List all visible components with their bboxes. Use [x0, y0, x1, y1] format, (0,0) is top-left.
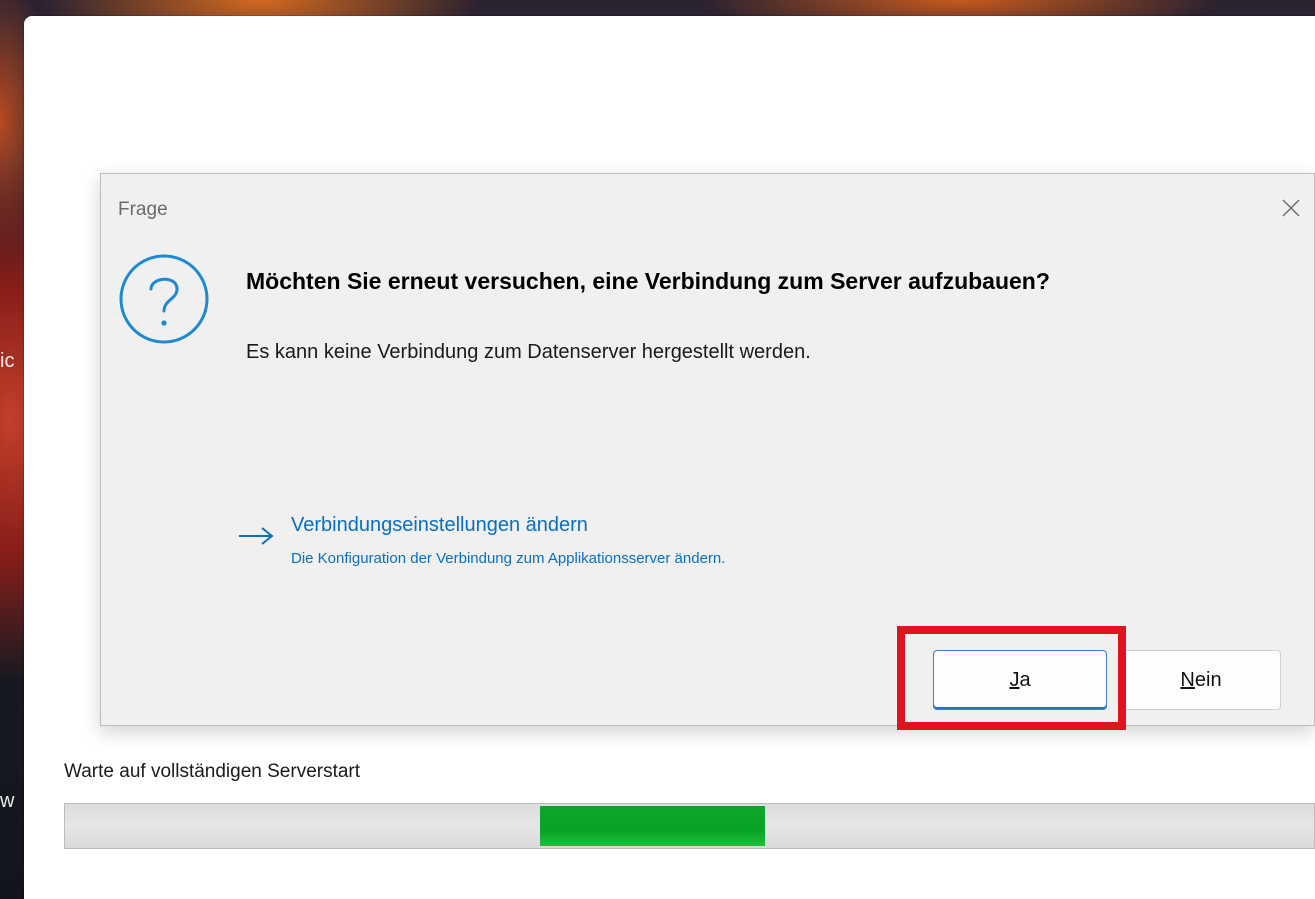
dialog-title: Frage	[118, 199, 168, 220]
desktop-text-fragment: w	[0, 790, 15, 812]
question-dialog: Frage Möchten Sie erneut versuchen, eine…	[100, 173, 1315, 726]
no-button[interactable]: Nein	[1121, 650, 1281, 710]
desktop-text-fragment: ic	[0, 350, 15, 372]
arrow-right-icon	[239, 527, 274, 545]
yes-button-label: a	[1019, 668, 1031, 691]
close-icon	[1282, 199, 1300, 217]
progress-indicator	[540, 806, 765, 846]
question-icon	[119, 254, 209, 344]
yes-button-mnemonic: J	[1009, 668, 1020, 691]
progress-bar	[64, 803, 1315, 849]
command-link-title: Verbindungseinstellungen ändern	[291, 514, 588, 536]
command-link-description: Die Konfiguration der Verbindung zum App…	[291, 550, 726, 567]
main-instruction: Möchten Sie erneut versuchen, eine Verbi…	[246, 268, 1050, 294]
status-text: Warte auf vollständigen Serverstart	[64, 761, 361, 782]
yes-button[interactable]: Ja	[933, 650, 1107, 710]
no-button-mnemonic: N	[1180, 668, 1195, 691]
no-button-label: ein	[1194, 668, 1222, 691]
close-button[interactable]	[1268, 186, 1314, 230]
dialog-content-text: Es kann keine Verbindung zum Datenserver…	[246, 341, 811, 363]
change-connection-settings-link[interactable]: Verbindungseinstellungen ändern Die Konf…	[237, 510, 937, 574]
